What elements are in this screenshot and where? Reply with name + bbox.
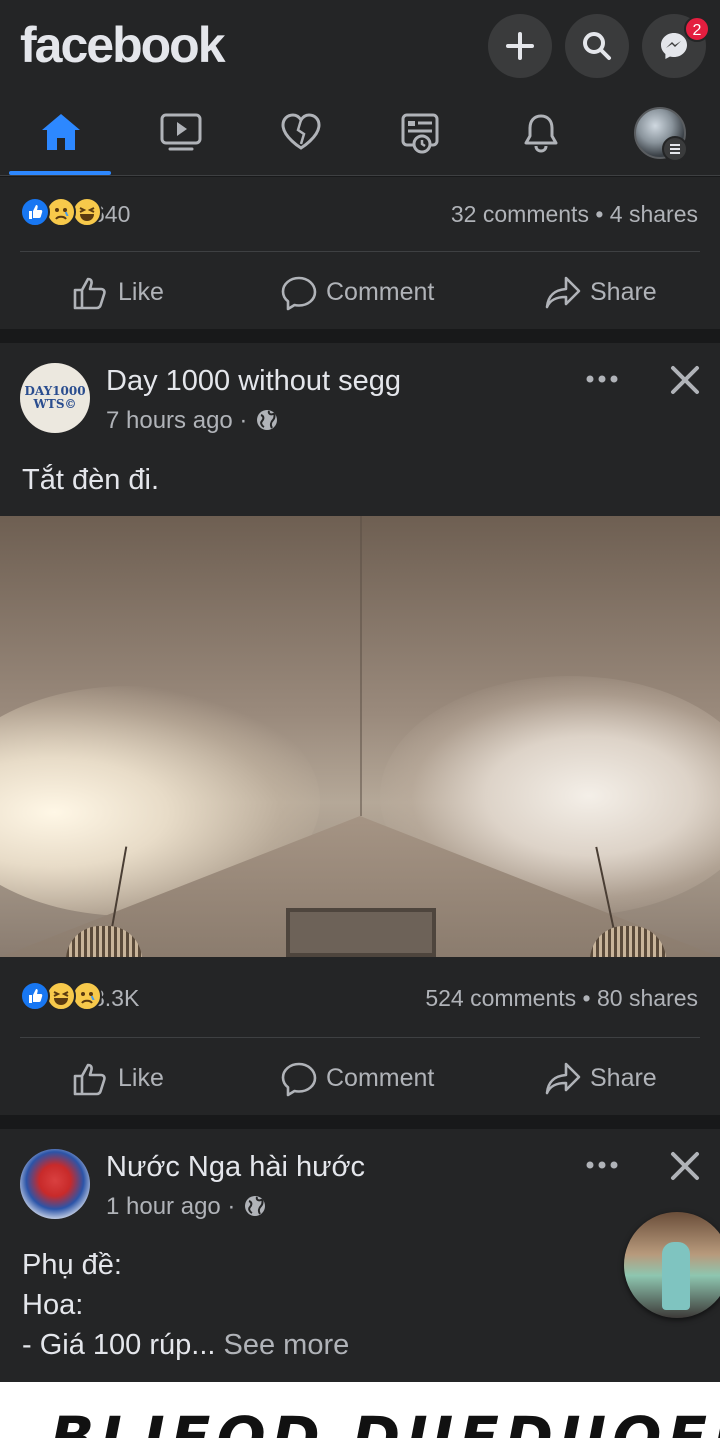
comment-label: Comment [326, 1064, 435, 1092]
comment-button[interactable]: Comment [280, 253, 450, 329]
post-image[interactable] [0, 516, 720, 957]
comment-label: Comment [326, 278, 435, 306]
like-button[interactable]: Like [72, 1039, 202, 1115]
avatar-text: DAY1000 [24, 384, 86, 398]
divider [20, 251, 700, 252]
messenger-button[interactable]: 2 [642, 14, 710, 78]
like-reaction-icon [20, 981, 50, 1011]
timestamp-text: 1 hour ago · [106, 1193, 236, 1220]
post-stats: 640 32 comments • 4 shares [0, 183, 720, 243]
news-feed-icon [401, 113, 439, 154]
share-label: Share [590, 1064, 657, 1092]
image-ceiling-ridge [360, 516, 362, 816]
plus-icon [506, 32, 534, 60]
thumbs-up-icon [73, 277, 106, 310]
close-icon[interactable] [670, 1151, 700, 1181]
post-header: DAY1000 WTS© Day 1000 without segg 7 hou… [0, 343, 720, 443]
more-options-icon[interactable] [586, 373, 618, 385]
facebook-logo[interactable]: facebook [20, 16, 226, 74]
search-icon [583, 32, 611, 60]
globe-icon [257, 410, 278, 430]
post-actions: Like Comment Share [0, 1039, 720, 1115]
more-options-icon[interactable] [586, 1159, 618, 1171]
share-label: Share [590, 278, 657, 306]
home-icon [42, 114, 80, 150]
post-timestamp[interactable]: 1 hour ago · [106, 1193, 266, 1221]
comments-shares-count[interactable]: 524 comments • 80 shares [425, 985, 698, 1012]
post-card-previous: 640 32 comments • 4 shares Like Comment … [0, 177, 720, 329]
search-button[interactable] [565, 14, 629, 78]
post-text-line: Hoa: [22, 1289, 84, 1321]
haha-reaction-icon [46, 981, 76, 1011]
page-avatar[interactable] [20, 1149, 90, 1219]
post-text: Phụ đề: Hoa: - Giá 100 rúp... See more [22, 1245, 349, 1365]
like-button[interactable]: Like [72, 253, 202, 329]
thumbs-up-icon [73, 1063, 106, 1096]
divider [20, 1037, 700, 1038]
comment-icon [281, 1062, 317, 1097]
globe-icon [245, 1196, 266, 1216]
messenger-badge: 2 [684, 16, 710, 42]
post-footer: 8.3K 524 comments • 80 shares Like Comme… [0, 957, 720, 1115]
post-stats: 8.3K 524 comments • 80 shares [0, 967, 720, 1027]
comment-button[interactable]: Comment [280, 1039, 450, 1115]
avatar-text: WTS© [33, 397, 77, 411]
page-avatar[interactable]: DAY1000 WTS© [20, 363, 90, 433]
video-icon [160, 113, 202, 151]
sad-reaction-icon [46, 197, 76, 227]
tab-home[interactable] [5, 92, 115, 175]
haha-reaction-icon [72, 197, 102, 227]
chat-head-bubble[interactable] [624, 1212, 720, 1318]
post-timestamp[interactable]: 7 hours ago · [106, 407, 278, 435]
share-button[interactable]: Share [544, 253, 674, 329]
heart-icon [281, 113, 321, 150]
post-text-line: - Giá 100 rúp... See more [22, 1325, 349, 1365]
image-window [286, 908, 436, 957]
comments-shares-count[interactable]: 32 comments • 4 shares [451, 201, 698, 228]
share-icon [545, 276, 581, 309]
post-actions: Like Comment Share [0, 253, 720, 329]
post-header: Nước Nga hài hước 1 hour ago · [0, 1129, 720, 1229]
like-label: Like [118, 278, 164, 306]
top-header: facebook 2 [0, 0, 720, 176]
tab-dating[interactable] [245, 92, 355, 174]
sad-reaction-icon [72, 981, 102, 1011]
post-card: Nước Nga hài hước 1 hour ago · Phụ đề: H… [0, 1129, 720, 1382]
share-button[interactable]: Share [544, 1039, 674, 1115]
tab-feeds[interactable] [365, 92, 475, 174]
next-post-image-text: BLIEOD DUEDUOEU [50, 1404, 720, 1438]
post-text: Tắt đèn đi. [22, 464, 160, 496]
create-button[interactable] [488, 14, 552, 78]
like-reaction-icon [20, 197, 50, 227]
page-name[interactable]: Nước Nga hài hước [106, 1151, 365, 1184]
see-more-link[interactable]: See more [224, 1329, 350, 1361]
share-icon [545, 1062, 581, 1095]
tab-notifications[interactable] [485, 92, 595, 174]
like-label: Like [118, 1064, 164, 1092]
timestamp-text: 7 hours ago · [106, 407, 248, 434]
post-text-snippet: - Giá 100 rúp... [22, 1329, 216, 1361]
menu-icon[interactable] [662, 136, 688, 162]
page-name[interactable]: Day 1000 without segg [106, 365, 401, 398]
post-text-line: Phụ đề: [22, 1249, 122, 1281]
close-icon[interactable] [670, 365, 700, 395]
tab-bar [0, 92, 720, 176]
next-post-image-preview[interactable]: BLIEOD DUEDUOEU [0, 1382, 720, 1438]
comment-icon [281, 276, 317, 311]
tab-watch[interactable] [125, 92, 235, 174]
bell-icon [524, 114, 558, 153]
